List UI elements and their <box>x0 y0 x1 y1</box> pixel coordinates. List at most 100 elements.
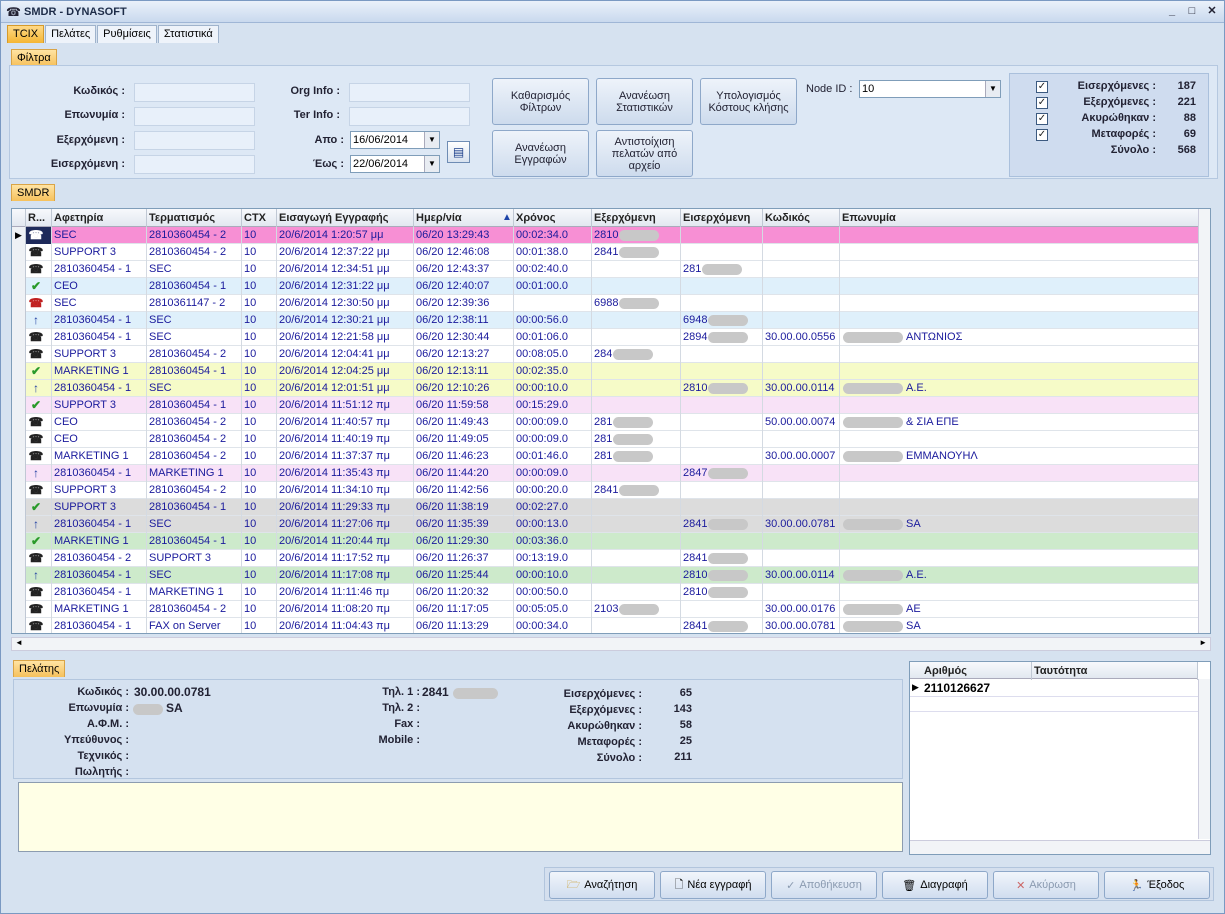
table-row[interactable]: ☎ 2810360454 - 1 MARKETING 1 10 20/6/2014 11… <box>12 584 1200 601</box>
numbers-empty-row[interactable] <box>910 698 1198 712</box>
table-row[interactable]: ✔ SUPPORT 3 2810360454 - 1 10 20/6/2014 11:2… <box>12 499 1200 516</box>
node-id-select[interactable]: 10 ▼ <box>859 80 1001 98</box>
from-date-picker[interactable]: 16/06/2014 ▼ <box>350 131 440 149</box>
row-selector[interactable] <box>12 499 26 516</box>
row-selector[interactable] <box>12 567 26 584</box>
table-row[interactable]: ✔ SUPPORT 3 2810360454 - 1 10 20/6/2014 11:5… <box>12 397 1200 414</box>
header-col-ring[interactable]: R... <box>26 209 52 227</box>
table-row[interactable]: ☎ SUPPORT 3 2810360454 - 2 10 20/6/2014 12:3… <box>12 244 1200 261</box>
clear-filters-button[interactable]: Καθαρισμός Φίλτρων <box>492 78 589 125</box>
row-selector[interactable] <box>12 397 26 414</box>
numbers-col-identity[interactable]: Ταυτότητα <box>1032 662 1198 680</box>
row-selector[interactable] <box>12 533 26 550</box>
table-row[interactable]: ↑ 2810360454 - 1 SEC 10 20/6/2014 12:01:51 μ… <box>12 380 1200 397</box>
row-selector[interactable] <box>12 414 26 431</box>
header-col-outgoing[interactable]: Εξερχόμενη <box>592 209 681 227</box>
header-col-insert[interactable]: Εισαγωγή Εγγραφής <box>277 209 414 227</box>
row-selector[interactable] <box>12 295 26 312</box>
to-date-picker[interactable]: 22/06/2014 ▼ <box>350 155 440 173</box>
filters-section-tab[interactable]: Φίλτρα <box>11 49 57 66</box>
header-col-ctx[interactable]: CTX <box>242 209 277 227</box>
cancel-button[interactable]: ✕ Ακύρωση <box>993 871 1099 899</box>
row-selector[interactable] <box>12 584 26 601</box>
table-row[interactable]: ↑ 2810360454 - 1 SEC 10 20/6/2014 12:30:21 μ… <box>12 312 1200 329</box>
horizontal-scrollbar[interactable]: ◄ ► <box>11 637 1211 651</box>
table-row[interactable]: ↑ 2810360454 - 1 SEC 10 20/6/2014 11:17:08 π… <box>12 567 1200 584</box>
code-field[interactable] <box>134 83 255 102</box>
incoming-field[interactable] <box>134 155 255 174</box>
tab-tcix[interactable]: TCIX <box>7 25 45 43</box>
calendar-icon[interactable]: ▤ <box>447 141 470 163</box>
delete-button[interactable]: 🗑 Διαγραφή <box>882 871 988 899</box>
header-col-duration[interactable]: Χρόνος <box>514 209 592 227</box>
exit-button[interactable]: 🏃 Έξοδος <box>1104 871 1210 899</box>
table-row[interactable]: ☎ 2810360454 - 1 SEC 10 20/6/2014 12:21:58 μ… <box>12 329 1200 346</box>
minimize-button[interactable]: _ <box>1164 4 1180 19</box>
scroll-right-icon[interactable]: ► <box>1199 638 1207 647</box>
row-selector[interactable] <box>12 329 26 346</box>
row-selector[interactable] <box>12 550 26 567</box>
table-row[interactable]: ☎ 2810360454 - 1 SEC 10 20/6/2014 12:34:51 μ… <box>12 261 1200 278</box>
chevron-down-icon[interactable]: ▼ <box>424 156 439 172</box>
header-col-destination[interactable]: Τερματισμός <box>147 209 242 227</box>
row-selector[interactable] <box>12 516 26 533</box>
header-col-origin[interactable]: Αφετηρία <box>52 209 147 227</box>
row-pointer-icon[interactable]: ▶ <box>12 227 26 244</box>
org-info-field[interactable] <box>349 83 470 102</box>
row-selector[interactable] <box>12 601 26 618</box>
table-row[interactable]: ☎ CEO 2810360454 - 2 10 20/6/2014 11:40:57 π… <box>12 414 1200 431</box>
row-selector[interactable] <box>12 431 26 448</box>
table-row[interactable]: ✔ MARKETING 1 2810360454 - 1 10 20/6/2014 11… <box>12 533 1200 550</box>
numbers-hscroll[interactable] <box>910 840 1210 854</box>
save-button[interactable]: ✓ Αποθήκευση <box>771 871 877 899</box>
vertical-scrollbar[interactable] <box>1198 209 1210 633</box>
table-row[interactable]: ☎ SEC 2810361147 - 2 10 20/6/2014 12:30:50 μ… <box>12 295 1200 312</box>
table-row[interactable]: ▶ ☎ SEC 2810360454 - 2 10 20/6/2014 1:20:57 μ… <box>12 227 1200 244</box>
numbers-col-number[interactable]: Αριθμός <box>922 662 1032 680</box>
maximize-button[interactable]: □ <box>1184 4 1200 19</box>
header-col-incoming[interactable]: Εισερχόμενη <box>681 209 763 227</box>
row-selector[interactable] <box>12 244 26 261</box>
numbers-vscroll[interactable] <box>1198 679 1210 839</box>
tab-statistics[interactable]: Στατιστικά <box>157 25 219 43</box>
tab-customers[interactable]: Πελάτες <box>45 25 97 43</box>
table-row[interactable]: ↑ 2810360454 - 1 MARKETING 1 10 20/6/2014 11… <box>12 465 1200 482</box>
match-customers-button[interactable]: Αντιστοίχιση πελατών από αρχείο <box>596 130 693 177</box>
header-col-date[interactable]: Ημερ/νία <box>414 209 514 227</box>
tab-settings[interactable]: Ρυθμίσεις <box>97 25 157 43</box>
search-button[interactable]: 🗁 Αναζήτηση <box>549 871 655 899</box>
row-selector[interactable] <box>12 312 26 329</box>
header-col-code[interactable]: Κωδικός <box>763 209 840 227</box>
customer-section-tab[interactable]: Πελάτης <box>13 660 66 677</box>
table-row[interactable]: ☎ 2810360454 - 2 SUPPORT 3 10 20/6/2014 11:1… <box>12 550 1200 567</box>
refresh-stats-button[interactable]: Ανανέωση Στατιστικών <box>596 78 693 125</box>
refresh-records-button[interactable]: Ανανέωση Εγγραφών <box>492 130 589 177</box>
row-selector[interactable] <box>12 482 26 499</box>
table-row[interactable]: ↑ 2810360454 - 1 SEC 10 20/6/2014 11:27:06 π… <box>12 516 1200 533</box>
chevron-down-icon[interactable]: ▼ <box>985 81 1000 97</box>
row-selector[interactable] <box>12 380 26 397</box>
chevron-down-icon[interactable]: ▼ <box>424 132 439 148</box>
table-row[interactable]: ☎ 2810360454 - 1 FAX on Server 10 20/6/2014 … <box>12 618 1200 633</box>
sort-ascending-icon[interactable]: ▲ <box>502 212 512 223</box>
table-row[interactable]: ✔ MARKETING 1 2810360454 - 1 10 20/6/2014 12… <box>12 363 1200 380</box>
ter-info-field[interactable] <box>349 107 470 126</box>
row-selector[interactable] <box>12 363 26 380</box>
table-row[interactable]: ☎ CEO 2810360454 - 2 10 20/6/2014 11:40:19 π… <box>12 431 1200 448</box>
table-row[interactable]: ☎ SUPPORT 3 2810360454 - 2 10 20/6/2014 12:0… <box>12 346 1200 363</box>
row-selector[interactable] <box>12 261 26 278</box>
surname-field[interactable] <box>134 107 255 126</box>
outgoing-field[interactable] <box>134 131 255 150</box>
table-row[interactable]: ☎ SUPPORT 3 2810360454 - 2 10 20/6/2014 11:3… <box>12 482 1200 499</box>
table-row[interactable]: ☎ MARKETING 1 2810360454 - 2 10 20/6/2014 11… <box>12 601 1200 618</box>
customer-notes-textarea[interactable] <box>18 782 903 852</box>
table-row[interactable]: ☎ MARKETING 1 2810360454 - 2 10 20/6/2014 11… <box>12 448 1200 465</box>
scroll-left-icon[interactable]: ◄ <box>15 638 23 647</box>
calc-cost-button[interactable]: Υπολογισμός Κόστους κλήσης <box>700 78 797 125</box>
new-record-button[interactable]: 🗋 Νέα εγγραφή <box>660 871 766 899</box>
row-selector[interactable] <box>12 448 26 465</box>
close-button[interactable]: ✕ <box>1204 4 1220 19</box>
row-selector[interactable] <box>12 278 26 295</box>
row-selector[interactable] <box>12 618 26 633</box>
numbers-row[interactable]: ▶ 2110126627 <box>910 680 1198 697</box>
